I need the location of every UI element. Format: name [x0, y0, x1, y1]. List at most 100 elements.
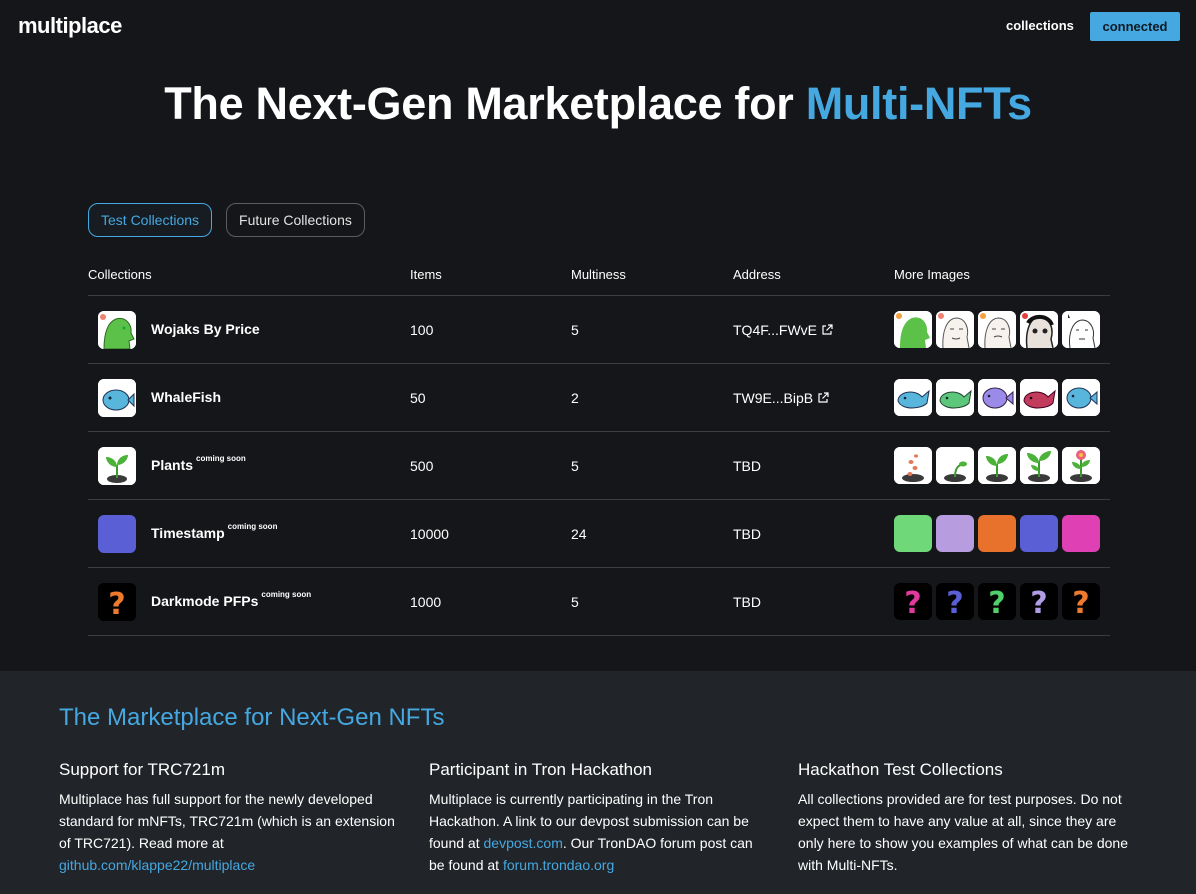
footer-col-hackathon: Participant in Tron Hackathon Multiplace… — [429, 760, 769, 876]
whale-blue-icon[interactable] — [894, 379, 932, 416]
forum-link[interactable]: forum.trondao.org — [503, 857, 614, 873]
flower-icon[interactable] — [1062, 447, 1100, 484]
top-navbar: multiplace collections connected — [0, 0, 1196, 54]
svg-text:?: ? — [1072, 586, 1089, 620]
address-value: TBD — [733, 594, 761, 610]
header-address: Address — [733, 267, 781, 282]
green-question-icon[interactable]: ? — [978, 583, 1016, 620]
more-images: ? ? ? ? ? — [894, 583, 1100, 620]
connect-wallet-button[interactable]: connected — [1090, 12, 1180, 41]
whale-green-icon[interactable] — [936, 379, 974, 416]
nav-collections-link[interactable]: collections — [1006, 18, 1074, 33]
sprout-icon[interactable] — [1020, 447, 1058, 484]
footer-col-trc721m: Support for TRC721m Multiplace has full … — [59, 760, 399, 876]
whale-red-icon[interactable] — [1020, 379, 1058, 416]
more-images — [894, 311, 1100, 348]
multiness-value: 2 — [571, 390, 579, 406]
pink-question-icon[interactable]: ? — [894, 583, 932, 620]
items-count: 1000 — [410, 594, 442, 610]
table-row[interactable]: ? Darkmode PFPs coming soon 1000 5 TBD ? … — [88, 568, 1110, 636]
tab-test-collections[interactable]: Test Collections — [88, 203, 213, 237]
header-multiness: Multiness — [571, 267, 626, 282]
table-row[interactable]: Timestamp coming soon 10000 24 TBD — [88, 500, 1110, 568]
coming-soon-badge: coming soon — [261, 590, 312, 599]
svg-text:?: ? — [904, 586, 921, 620]
seed-icon[interactable] — [894, 447, 932, 484]
collection-name[interactable]: Timestamp coming soon — [151, 522, 278, 541]
multiness-value: 24 — [571, 526, 587, 542]
items-count: 500 — [410, 458, 434, 474]
hero-title: The Next-Gen Marketplace for Multi-NFTs — [0, 78, 1196, 130]
hero-title-main: The Next-Gen Marketplace for — [164, 78, 806, 129]
table-header: Collections Items Multiness Address More… — [88, 256, 1110, 296]
footer: The Marketplace for Next-Gen NFTs Suppor… — [0, 671, 1196, 894]
collection-name[interactable]: Wojaks By Price — [151, 321, 260, 337]
wojak-dark-icon[interactable] — [1020, 311, 1058, 348]
multiness-value: 5 — [571, 322, 579, 338]
sprout-icon — [98, 447, 136, 485]
logo[interactable]: multiplace — [18, 13, 122, 39]
wojak-sketch-icon[interactable] — [978, 311, 1016, 348]
more-images — [894, 447, 1100, 484]
svg-text:?: ? — [1030, 586, 1047, 620]
wojak-sketch-icon[interactable] — [936, 311, 974, 348]
question-mark-icon: ? — [98, 583, 136, 621]
table-row[interactable]: Plants coming soon 500 5 TBD — [88, 432, 1110, 500]
address-link[interactable]: TQ4F...FWvE — [733, 322, 833, 338]
footer-col-test-collections: Hackathon Test Collections All collectio… — [798, 760, 1138, 876]
svg-text:?: ? — [988, 586, 1005, 620]
table-row[interactable]: Wojaks By Price 100 5 TQ4F...FWvE — [88, 296, 1110, 364]
svg-text:?: ? — [108, 587, 125, 621]
wojak-icon — [98, 311, 136, 349]
header-items: Items — [410, 267, 442, 282]
footer-col-heading: Hackathon Test Collections — [798, 760, 1003, 779]
collection-name[interactable]: Darkmode PFPs coming soon — [151, 590, 312, 609]
collections-table: Collections Items Multiness Address More… — [88, 256, 1110, 636]
collection-name[interactable]: Plants coming soon — [151, 454, 246, 473]
tab-future-collections[interactable]: Future Collections — [226, 203, 365, 237]
green-square[interactable] — [894, 515, 932, 552]
purple-question-icon[interactable]: ? — [1020, 583, 1058, 620]
seedling-icon[interactable] — [936, 447, 974, 484]
coming-soon-badge: coming soon — [227, 522, 278, 531]
whalefish-icon — [98, 379, 136, 417]
fish-blue-icon[interactable] — [1062, 379, 1100, 416]
orange-square[interactable] — [978, 515, 1016, 552]
footer-title: The Marketplace for Next-Gen NFTs — [59, 704, 445, 731]
more-images — [894, 515, 1100, 552]
lavender-square[interactable] — [936, 515, 974, 552]
indigo-square[interactable] — [1020, 515, 1058, 552]
collection-tabs: Test Collections Future Collections — [88, 203, 365, 237]
indigo-question-icon[interactable]: ? — [936, 583, 974, 620]
more-images — [894, 379, 1100, 416]
devpost-link[interactable]: devpost.com — [484, 835, 563, 851]
header-collections: Collections — [88, 267, 152, 282]
items-count: 10000 — [410, 526, 449, 542]
footer-col-text: Multiplace has full support for the newl… — [59, 791, 395, 873]
wojak-green-icon[interactable] — [894, 311, 932, 348]
github-link[interactable]: github.com/klappe22/multiplace — [59, 857, 255, 873]
wojak-sketch-icon[interactable] — [1062, 311, 1100, 348]
external-link-icon[interactable] — [821, 324, 833, 336]
sprout-icon[interactable] — [978, 447, 1016, 484]
fish-purple-icon[interactable] — [978, 379, 1016, 416]
hero-title-accent: Multi-NFTs — [805, 78, 1032, 129]
orange-question-icon[interactable]: ? — [1062, 583, 1100, 620]
header-more-images: More Images — [894, 267, 970, 282]
collection-name[interactable]: WhaleFish — [151, 389, 221, 405]
address-value: TBD — [733, 458, 761, 474]
items-count: 50 — [410, 390, 426, 406]
footer-col-heading: Participant in Tron Hackathon — [429, 760, 653, 779]
footer-col-text: All collections provided are for test pu… — [798, 791, 1128, 873]
items-count: 100 — [410, 322, 434, 338]
svg-text:?: ? — [946, 586, 963, 620]
multiness-value: 5 — [571, 594, 579, 610]
address-value: TBD — [733, 526, 761, 542]
external-link-icon[interactable] — [817, 392, 829, 404]
footer-col-text: Multiplace is currently participating in… — [429, 791, 753, 873]
magenta-square[interactable] — [1062, 515, 1100, 552]
address-link[interactable]: TW9E...BipB — [733, 390, 829, 406]
table-row[interactable]: WhaleFish 50 2 TW9E...BipB — [88, 364, 1110, 432]
multiness-value: 5 — [571, 458, 579, 474]
footer-col-heading: Support for TRC721m — [59, 760, 225, 779]
